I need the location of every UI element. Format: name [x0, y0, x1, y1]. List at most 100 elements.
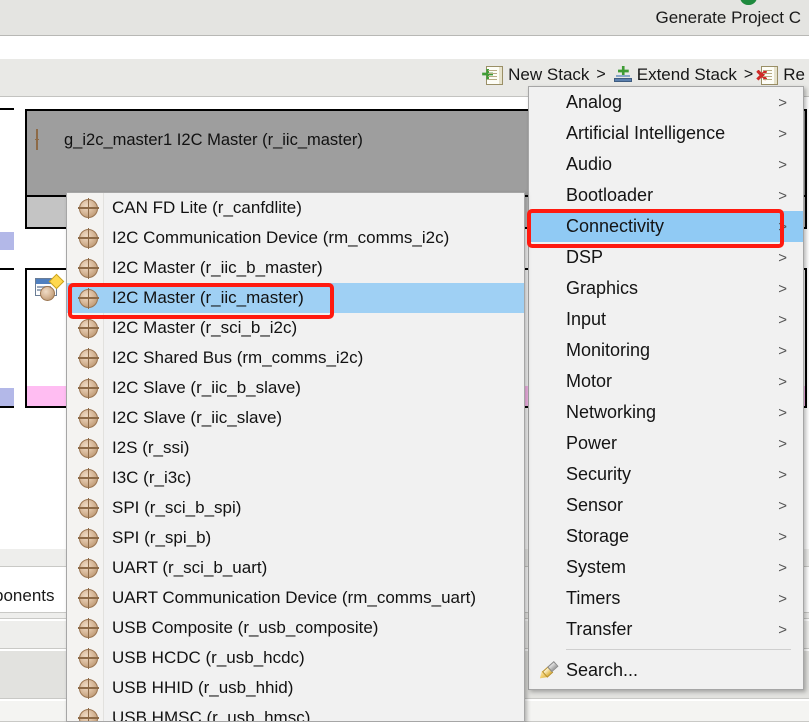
submenu-item-label: I2C Shared Bus (rm_comms_i2c) [112, 348, 364, 367]
menu-item-artificial-intelligence[interactable]: Artificial Intelligence > [529, 118, 803, 149]
menu-item-graphics[interactable]: Graphics > [529, 273, 803, 304]
submenu-item-label: USB Composite (r_usb_composite) [112, 618, 379, 637]
menu-item-timers[interactable]: Timers > [529, 583, 803, 614]
stack-left-swatch-upper [0, 232, 14, 250]
green-arc-icon [740, 0, 757, 5]
menu-item-label: Input [566, 309, 607, 329]
submenu-item[interactable]: UART (r_sci_b_uart) [67, 553, 524, 583]
extend-stack-caret-icon: > [743, 66, 754, 83]
chevron-right-icon: > [778, 621, 787, 638]
chevron-right-icon: > [778, 497, 787, 514]
submenu-item[interactable]: SPI (r_spi_b) [67, 523, 524, 553]
menu-item-audio[interactable]: Audio > [529, 149, 803, 180]
menu-item-power[interactable]: Power > [529, 428, 803, 459]
new-stack-category-menu[interactable]: Analog > Artificial Intelligence > Audio > Boo… [528, 86, 804, 690]
driver-crosshair-icon [78, 227, 99, 249]
menu-item-bootloader[interactable]: Bootloader > [529, 180, 803, 211]
submenu-item[interactable]: I2C Communication Device (rm_comms_i2c) [67, 223, 524, 253]
submenu-item-label: USB HCDC (r_usb_hcdc) [112, 648, 305, 667]
header-gap [0, 37, 809, 59]
remove-stack-button[interactable]: Re [756, 65, 809, 85]
menu-item-label: Monitoring [566, 340, 651, 360]
submenu-item[interactable]: I2C Slave (r_iic_b_slave) [67, 373, 524, 403]
driver-crosshair-icon [78, 437, 99, 459]
submenu-item[interactable]: UART Communication Device (rm_comms_uart… [67, 583, 524, 613]
chevron-right-icon: > [778, 218, 787, 235]
chevron-right-icon: > [778, 280, 787, 297]
extend-stack-icon [613, 65, 632, 85]
menu-item-sensor[interactable]: Sensor > [529, 490, 803, 521]
menu-item-storage[interactable]: Storage > [529, 521, 803, 552]
menu-item-label: Artificial Intelligence [566, 123, 726, 143]
menu-item-label: Bootloader [566, 185, 654, 205]
menu-item-label: Analog [566, 92, 623, 112]
stack-left-tab-lower [0, 268, 14, 408]
submenu-item[interactable]: CAN FD Lite (r_canfdlite) [67, 193, 524, 223]
menu-item-system[interactable]: System > [529, 552, 803, 583]
extend-stack-button[interactable]: Extend Stack > [610, 65, 758, 85]
components-tab-label[interactable]: ponents [0, 586, 55, 606]
driver-crosshair-icon [78, 467, 99, 489]
app-root: Generate Project C New Stack > Extend St… [0, 0, 809, 722]
submenu-item-label: CAN FD Lite (r_canfdlite) [112, 198, 302, 217]
menu-item-dsp[interactable]: DSP > [529, 242, 803, 273]
submenu-item[interactable]: I2S (r_ssi) [67, 433, 524, 463]
menu-item-search[interactable]: Search... [529, 654, 803, 687]
connectivity-submenu[interactable]: CAN FD Lite (r_canfdlite) I2C Communicati… [66, 192, 525, 722]
submenu-item[interactable]: I3C (r_i3c) [67, 463, 524, 493]
submenu-item[interactable]: SPI (r_sci_b_spi) [67, 493, 524, 523]
menu-item-motor[interactable]: Motor > [529, 366, 803, 397]
submenu-item-label: I2S (r_ssi) [112, 438, 190, 457]
menu-item-security[interactable]: Security > [529, 459, 803, 490]
generate-project-content-label[interactable]: Generate Project C [655, 8, 801, 28]
driver-crosshair-icon [78, 647, 99, 669]
driver-crosshair-icon [78, 677, 99, 699]
menu-item-transfer[interactable]: Transfer > [529, 614, 803, 645]
driver-crosshair-icon [78, 707, 99, 721]
submenu-list: CAN FD Lite (r_canfdlite) I2C Communicati… [67, 193, 524, 721]
submenu-item[interactable]: I2C Slave (r_iic_slave) [67, 403, 524, 433]
submenu-item[interactable]: I2C Master (r_iic_b_master) [67, 253, 524, 283]
chevron-right-icon: > [778, 466, 787, 483]
submenu-item-label: I3C (r_i3c) [112, 468, 192, 487]
menu-item-label: Timers [566, 588, 621, 608]
submenu-item-label: I2C Master (r_sci_b_i2c) [112, 318, 298, 337]
menu-item-label: Storage [566, 526, 630, 546]
submenu-item[interactable]: I2C Shared Bus (rm_comms_i2c) [67, 343, 524, 373]
submenu-item[interactable]: USB HMSC (r_usb_hmsc) [67, 703, 524, 721]
submenu-item[interactable]: I2C Master (r_sci_b_i2c) [67, 313, 524, 343]
stack-left-swatch-lower [0, 388, 14, 406]
chevron-right-icon: > [778, 559, 787, 576]
category-menu-list: Analog > Artificial Intelligence > Audio > Boo… [529, 87, 803, 645]
submenu-item[interactable]: USB HCDC (r_usb_hcdc) [67, 643, 524, 673]
menu-item-label: Transfer [566, 619, 633, 639]
category-menu-separator [566, 649, 791, 650]
chevron-right-icon: > [778, 435, 787, 452]
chevron-right-icon: > [778, 528, 787, 545]
driver-crosshair-icon [78, 287, 99, 309]
submenu-item-label: I2C Master (r_iic_master) [112, 288, 304, 307]
submenu-item[interactable]: I2C Master (r_iic_master) [67, 283, 524, 313]
driver-crosshair-icon [78, 257, 99, 279]
chevron-right-icon: > [778, 342, 787, 359]
submenu-item-label: I2C Slave (r_iic_b_slave) [112, 378, 301, 397]
submenu-item[interactable]: USB HHID (r_usb_hhid) [67, 673, 524, 703]
new-stack-button[interactable]: New Stack > [482, 65, 610, 85]
chevron-right-icon: > [778, 373, 787, 390]
chevron-right-icon: > [778, 187, 787, 204]
submenu-item-label: SPI (r_sci_b_spi) [112, 498, 242, 517]
driver-crosshair-icon [78, 377, 99, 399]
submenu-item-label: SPI (r_spi_b) [112, 528, 212, 547]
remove-stack-icon [756, 65, 779, 85]
driver-crosshair-icon [78, 587, 99, 609]
menu-item-monitoring[interactable]: Monitoring > [529, 335, 803, 366]
menu-item-networking[interactable]: Networking > [529, 397, 803, 428]
search-pen-icon [537, 660, 559, 681]
menu-item-input[interactable]: Input > [529, 304, 803, 335]
menu-item-label: DSP [566, 247, 604, 267]
menu-item-analog[interactable]: Analog > [529, 87, 803, 118]
driver-crosshair-icon [78, 497, 99, 519]
chevron-right-icon: > [778, 590, 787, 607]
menu-item-connectivity[interactable]: Connectivity > [529, 211, 803, 242]
submenu-item[interactable]: USB Composite (r_usb_composite) [67, 613, 524, 643]
